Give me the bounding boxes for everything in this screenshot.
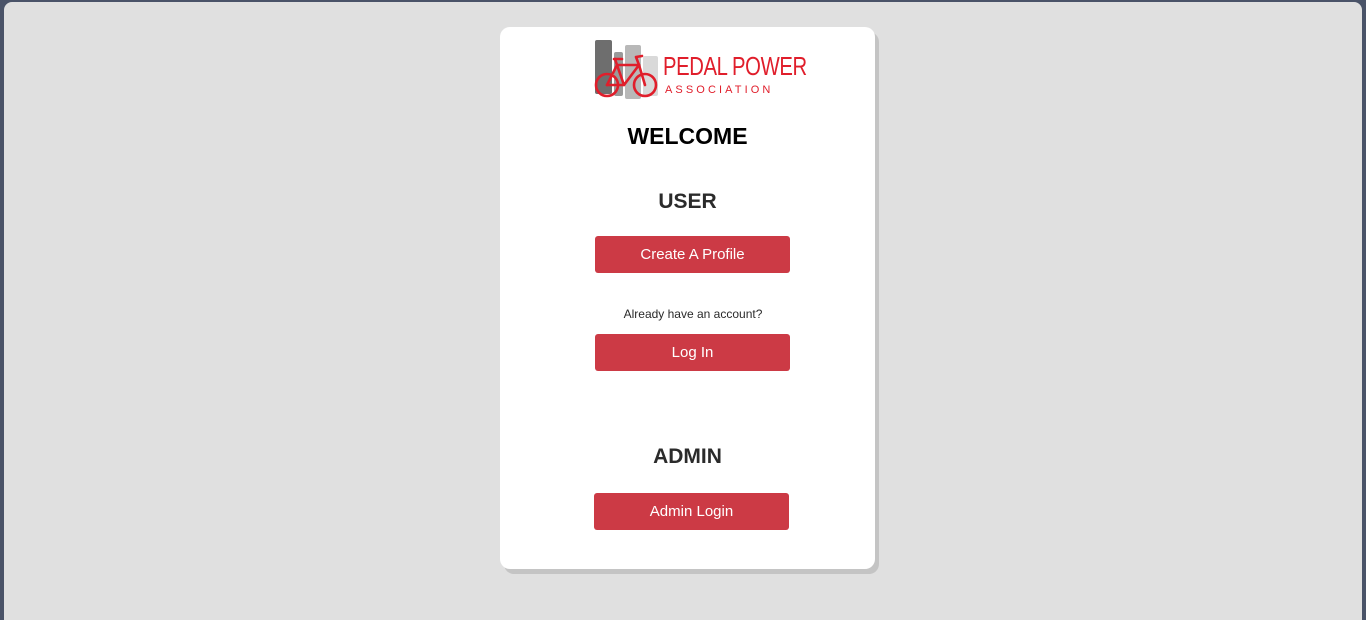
admin-section-heading: ADMIN: [653, 445, 722, 468]
user-section-heading: USER: [658, 190, 717, 213]
create-profile-button[interactable]: Create A Profile: [595, 236, 790, 273]
logo-subtitle: ASSOCIATION: [665, 84, 774, 96]
logo-title: PEDAL POWER: [663, 51, 807, 81]
pedal-power-logo: PEDAL POWER ASSOCIATION: [593, 40, 807, 102]
page-background: PEDAL POWER ASSOCIATION WELCOME USER Cre…: [4, 2, 1362, 620]
bicycle-icon: [594, 40, 658, 99]
welcome-card: PEDAL POWER ASSOCIATION WELCOME USER Cre…: [500, 27, 875, 569]
login-button[interactable]: Log In: [595, 334, 790, 371]
welcome-heading: WELCOME: [627, 123, 748, 149]
admin-login-button[interactable]: Admin Login: [594, 493, 789, 530]
account-prompt: Already have an account?: [623, 307, 763, 321]
